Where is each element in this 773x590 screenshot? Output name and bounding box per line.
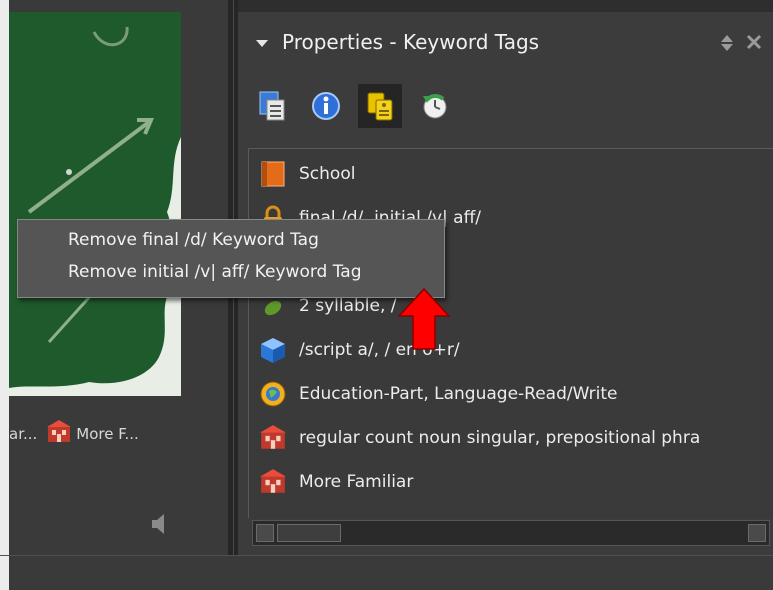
tag-label: More Familiar	[299, 472, 414, 492]
speaker-icon[interactable]	[148, 512, 170, 540]
context-menu: Remove final /d/ Keyword Tag Remove init…	[17, 219, 445, 298]
refresh-icon[interactable]	[412, 84, 456, 128]
preview-image	[9, 12, 181, 396]
panel-header: Properties - Keyword Tags	[238, 12, 773, 70]
scroll-right-button[interactable]	[748, 524, 766, 542]
scroll-left-button[interactable]	[256, 524, 274, 542]
preview-caption[interactable]: ar... More F...	[9, 420, 224, 448]
orange-book-icon	[259, 159, 299, 189]
flashcard-icon	[259, 467, 299, 497]
tag-label: 2 syllable, /	[299, 296, 397, 316]
flashcard-icon	[46, 420, 72, 448]
caption-right: More F...	[76, 425, 139, 443]
left-edge	[0, 0, 9, 589]
menu-item-remove-final-d[interactable]: Remove final /d/ Keyword Tag	[68, 230, 319, 250]
tag-label: Education-Part, Language-Read/Write	[299, 384, 618, 404]
caption-left: ar...	[9, 425, 38, 443]
info-icon[interactable]	[304, 84, 348, 128]
tag-label: School	[299, 164, 356, 184]
red-arrow-icon	[397, 287, 451, 354]
panel-toolbar	[250, 84, 765, 132]
globe-icon	[259, 379, 299, 409]
scroll-thumb[interactable]	[277, 524, 341, 542]
collapse-arrow-icon[interactable]	[256, 40, 268, 47]
list-item[interactable]: /script a/, / en o+r/	[249, 328, 773, 372]
list-item[interactable]: Education-Part, Language-Read/Write	[249, 372, 773, 416]
tag-label: regular count noun singular, preposition…	[299, 428, 701, 448]
list-item[interactable]: More Familiar	[249, 460, 773, 504]
list-item[interactable]: School	[249, 152, 773, 196]
status-bar	[0, 555, 773, 590]
list-item[interactable]: regular count noun singular, preposition…	[249, 416, 773, 460]
keyword-tag-list: School final /d/, initial /v| aff/ 2 syl…	[248, 148, 773, 518]
flashcard-icon	[259, 423, 299, 453]
blue-cube-icon	[259, 335, 299, 365]
keyword-tags-icon[interactable]	[358, 84, 402, 128]
horizontal-scrollbar[interactable]	[252, 520, 770, 546]
panel-close-icon[interactable]	[746, 34, 762, 54]
document-list-icon[interactable]	[250, 84, 294, 128]
panel-resize-icon[interactable]	[720, 34, 734, 56]
menu-item-remove-initial-v[interactable]: Remove initial /v| aff/ Keyword Tag	[68, 262, 362, 282]
panel-title: Properties - Keyword Tags	[282, 30, 540, 54]
status-left-edge	[0, 556, 9, 590]
